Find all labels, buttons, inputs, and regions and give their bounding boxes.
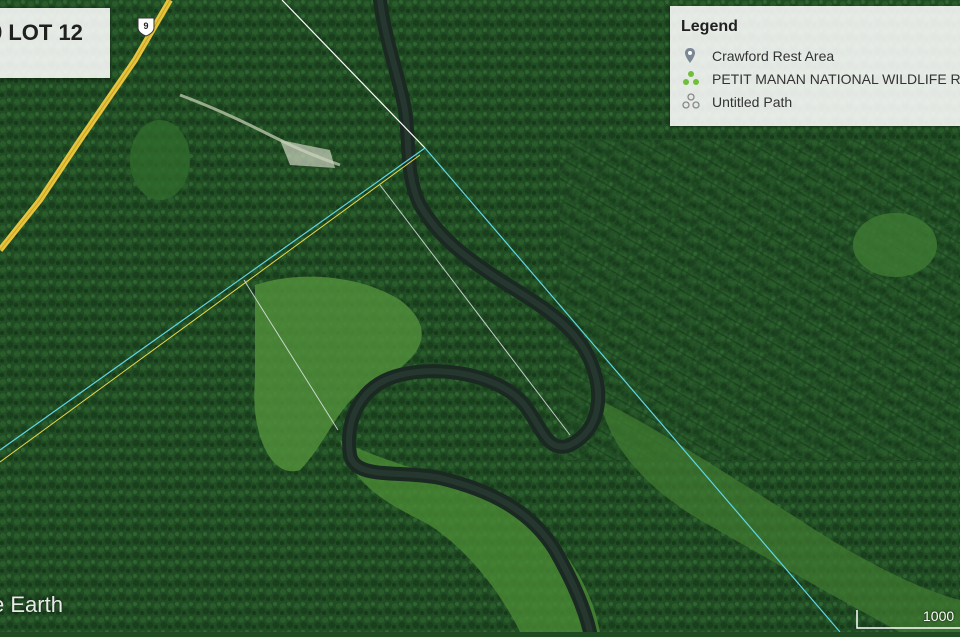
scale-bar: 1000 [856, 606, 960, 632]
bog-clearing [130, 120, 190, 200]
legend-title: Legend [681, 18, 738, 35]
polygon-icon [683, 71, 699, 85]
legend-panel: Legend Crawford Rest Area PETIT MANAN NA… [670, 6, 960, 126]
path-icon [682, 93, 700, 109]
legend-item-label: Crawford Rest Area [712, 48, 835, 64]
svg-text:9: 9 [143, 21, 148, 31]
route-shield: 9 [137, 17, 155, 37]
lot-title: 9 LOT 12 [0, 20, 83, 45]
legend-item-label: Untitled Path [712, 94, 793, 110]
placemark-title-box: 9 LOT 12 [0, 8, 110, 78]
google-earth-watermark: e Earth [0, 592, 63, 617]
bog-clearing [853, 213, 937, 277]
legend-item-label: PETIT MANAN NATIONAL WILDLIFE R [712, 71, 960, 87]
placemark-icon [685, 48, 695, 63]
scale-label: 1000 [923, 608, 955, 624]
